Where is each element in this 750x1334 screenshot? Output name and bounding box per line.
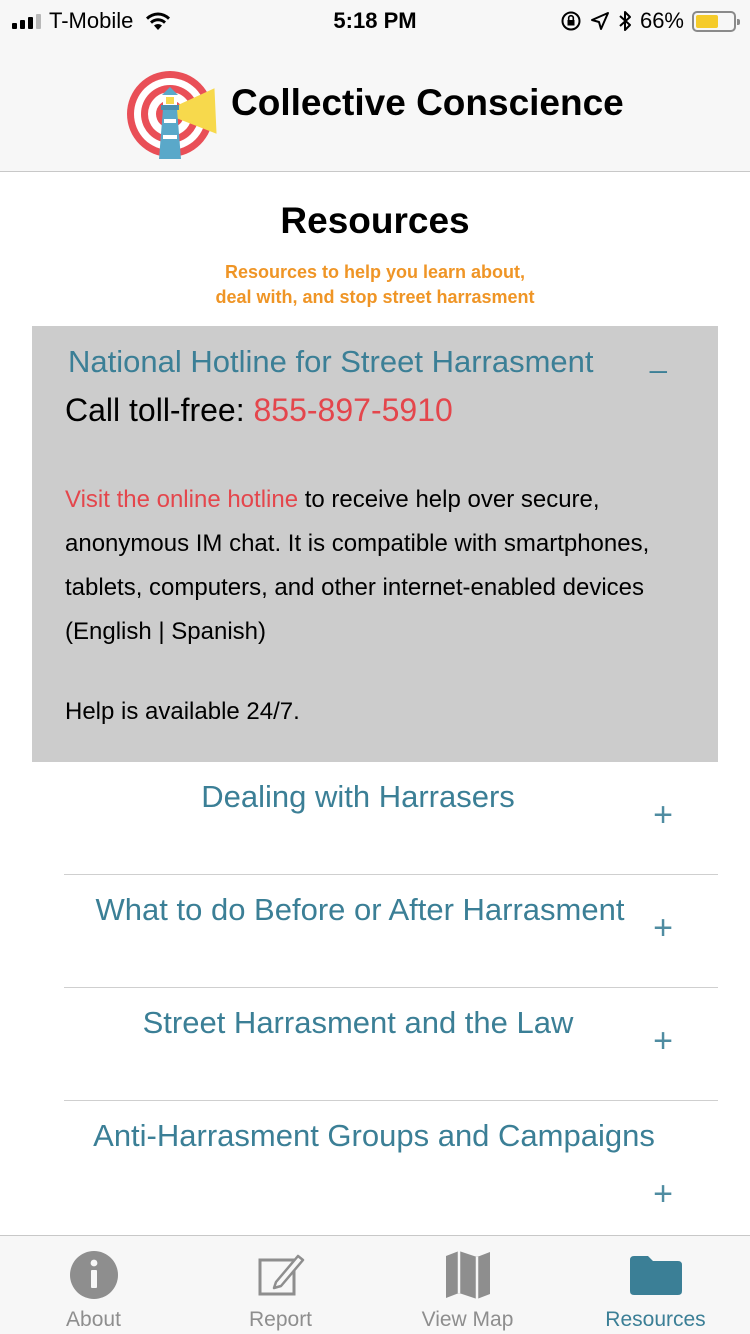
tab-about[interactable]: About [0,1236,187,1334]
tab-label: View Map [421,1308,514,1331]
lighthouse-logo-icon [127,71,217,159]
status-right: 66% [560,8,740,34]
expand-icon[interactable]: + [653,1175,673,1214]
section-title: Anti-Harrasment Groups and Campaigns [93,1118,655,1153]
page-subtitle: Resources to help you learn about, deal … [0,260,750,310]
expand-icon[interactable]: + [653,1022,673,1061]
page-title: Resources [280,200,470,241]
rotation-lock-icon [561,11,581,31]
folder-icon [629,1256,682,1295]
phone-number-link[interactable]: 855-897-5910 [254,392,453,428]
tab-label: Report [248,1308,313,1331]
call-label: Call toll-free: [65,392,254,428]
section-harrasment-law[interactable]: Street Harrasment and the Law + [64,988,718,1101]
call-line: Call toll-free: 855-897-5910 [65,392,453,429]
tab-bar: About Report View Map Resources [0,1235,750,1334]
online-hotline-link[interactable]: Visit the online hotline [65,486,298,513]
hotline-description: Visit the online hotline to receive help… [65,478,705,654]
section-title: What to do Before or After Harrasment [95,892,625,927]
app-title: Collective Conscience [231,82,624,123]
expand-icon[interactable]: + [653,796,673,835]
location-arrow-icon [590,12,609,30]
section-anti-harrasment-groups[interactable]: Anti-Harrasment Groups and Campaigns + [64,1101,718,1231]
map-icon [445,1251,490,1299]
section-dealing-with-harrasers[interactable]: Dealing with Harrasers + [64,762,718,875]
availability-text: Help is available 24/7. [65,698,300,725]
collapse-icon[interactable]: _ [650,341,667,375]
battery-fill [696,14,719,28]
battery-icon [692,10,740,32]
subtitle-line-1: Resources to help you learn about, [224,262,526,282]
hotline-title[interactable]: National Hotline for Street Harrasment [68,344,594,380]
bluetooth-icon [619,11,631,31]
section-before-after[interactable]: What to do Before or After Harrasment + [64,875,718,988]
section-title: Street Harrasment and the Law [142,1005,574,1040]
tab-view-map[interactable]: View Map [374,1236,561,1334]
section-title: Dealing with Harrasers [201,779,515,814]
tab-label: Resources [605,1308,706,1331]
edit-icon [258,1254,304,1296]
hotline-card: National Hotline for Street Harrasment _… [32,326,718,762]
tab-resources[interactable]: Resources [562,1236,749,1334]
info-icon [69,1251,118,1299]
app-header: Collective Conscience [0,42,750,172]
status-bar: T-Mobile 5:18 PM 66% [0,0,750,42]
tab-report[interactable]: Report [187,1236,374,1334]
battery-percent: 66% [639,8,684,33]
subtitle-line-2: deal with, and stop street harrasment [215,287,535,307]
expand-icon[interactable]: + [653,909,673,948]
tab-label: About [66,1308,121,1331]
